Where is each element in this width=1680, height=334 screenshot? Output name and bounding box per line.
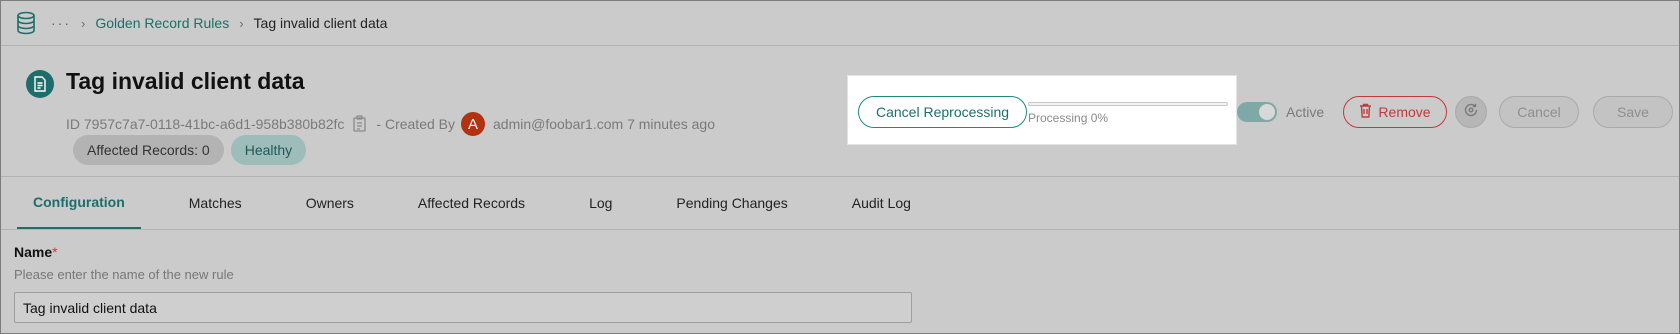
tab-owners[interactable]: Owners — [242, 177, 354, 229]
creator-email: admin@foobar1.com — [493, 116, 624, 132]
progress-text: Processing 0% — [1028, 111, 1109, 125]
rule-id: 7957c7a7-0118-41bc-a6d1-958b380b82fc — [83, 116, 345, 132]
breadcrumb-golden-record-rules[interactable]: Golden Record Rules — [95, 15, 229, 31]
active-label: Active — [1286, 104, 1325, 120]
tab-affected-records[interactable]: Affected Records — [354, 177, 525, 229]
created-by-label: - Created By — [376, 116, 455, 132]
copy-icon[interactable] — [352, 115, 368, 133]
tab-pending-changes[interactable]: Pending Changes — [612, 177, 787, 229]
reprocess-button[interactable] — [1455, 96, 1487, 128]
database-icon[interactable] — [15, 11, 37, 35]
tab-matches[interactable]: Matches — [141, 177, 242, 229]
save-button[interactable]: Save — [1593, 96, 1673, 128]
processing-popover: Cancel Reprocessing Processing 0% — [847, 75, 1237, 145]
created-time: 7 minutes ago — [627, 116, 716, 132]
document-icon — [26, 70, 54, 98]
name-input[interactable]: Tag invalid client data — [14, 292, 912, 323]
progress-bar — [1028, 102, 1228, 106]
name-field-help: Please enter the name of the new rule — [14, 267, 234, 282]
tab-bar: Configuration Matches Owners Affected Re… — [17, 177, 911, 229]
page-title: Tag invalid client data — [66, 68, 305, 94]
rule-meta: ID 7957c7a7-0118-41bc-a6d1-958b380b82fc … — [66, 112, 715, 136]
breadcrumb-current: Tag invalid client data — [253, 15, 388, 31]
cancel-button[interactable]: Cancel — [1499, 96, 1579, 128]
name-label-text: Name — [14, 244, 53, 260]
cancel-reprocessing-button[interactable]: Cancel Reprocessing — [858, 96, 1028, 128]
avatar: A — [461, 112, 485, 136]
app-window: ··· › Golden Record Rules › Tag invalid … — [0, 0, 1680, 334]
reprocess-icon — [1463, 102, 1479, 123]
breadcrumb-more[interactable]: ··· — [51, 15, 71, 31]
tabs-divider — [1, 229, 1679, 230]
chevron-right-icon: › — [239, 15, 244, 31]
trash-icon — [1359, 103, 1372, 121]
required-mark: * — [52, 244, 58, 260]
name-field-label: Name* — [14, 244, 58, 260]
top-bar: ··· › Golden Record Rules › Tag invalid … — [1, 1, 1679, 46]
status-chips: Affected Records: 0 Healthy — [73, 135, 307, 165]
health-badge: Healthy — [230, 135, 307, 165]
remove-label: Remove — [1378, 104, 1431, 120]
remove-button[interactable]: Remove — [1343, 96, 1447, 128]
breadcrumb: ··· › Golden Record Rules › Tag invalid … — [51, 15, 387, 31]
chevron-right-icon: › — [81, 15, 86, 31]
tab-log[interactable]: Log — [525, 177, 612, 229]
tab-audit-log[interactable]: Audit Log — [788, 177, 911, 229]
active-toggle[interactable] — [1237, 102, 1277, 122]
toggle-knob — [1259, 104, 1275, 120]
tab-configuration[interactable]: Configuration — [17, 177, 141, 229]
affected-records-badge: Affected Records: 0 — [73, 135, 224, 165]
id-label: ID — [66, 116, 80, 132]
